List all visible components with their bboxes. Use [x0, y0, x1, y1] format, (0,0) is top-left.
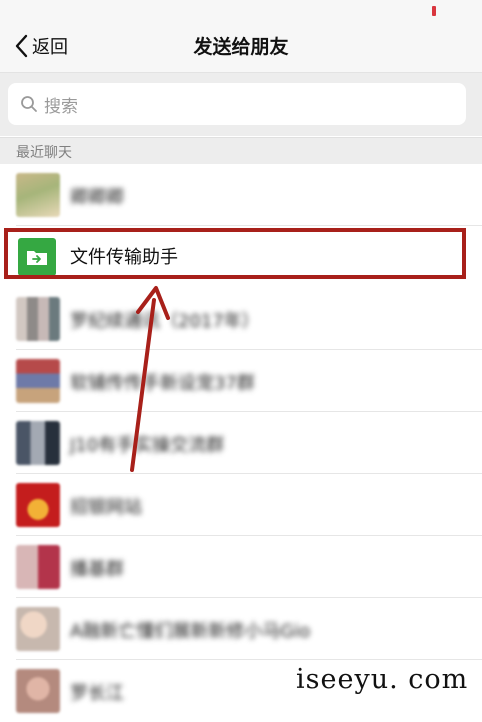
- search-input[interactable]: 搜索: [8, 83, 466, 125]
- chat-name: 招银网站: [70, 497, 142, 518]
- chat-name: J10有手实操交流群: [70, 435, 225, 456]
- watermark: iseeyu. com: [296, 664, 469, 695]
- search-placeholder: 搜索: [44, 96, 78, 117]
- chat-list-item[interactable]: 卿卿卿: [0, 164, 482, 226]
- chat-name: 罗纪续通讯（2017年）: [70, 311, 260, 332]
- chat-list-item[interactable]: 罗纪续通讯（2017年）: [0, 288, 482, 350]
- chat-name: 罗长江: [70, 683, 124, 704]
- navigation-bar: 返回 发送给朋友: [0, 0, 482, 73]
- avatar: [16, 359, 60, 403]
- chat-list-item[interactable]: 软铺传传手新设宠37群: [0, 350, 482, 412]
- avatar: [16, 297, 60, 341]
- section-label: 最近聊天: [16, 145, 72, 161]
- chat-list-item[interactable]: J10有手实操交流群: [0, 412, 482, 474]
- avatar: [16, 483, 60, 527]
- chat-name: 卿卿卿: [70, 187, 124, 208]
- highlight-box: [4, 228, 466, 279]
- avatar: [16, 669, 60, 713]
- chat-list-item[interactable]: A融新亡懂们展新新修小马Gio: [0, 598, 482, 660]
- avatar: [16, 173, 60, 217]
- search-area: 搜索: [0, 73, 482, 136]
- chat-name: 软铺传传手新设宠37群: [70, 373, 255, 394]
- avatar: [16, 545, 60, 589]
- chat-name: 播基群: [70, 559, 124, 580]
- status-indicator: [432, 6, 436, 16]
- section-header-recent: 最近聊天: [0, 137, 482, 164]
- page-title: 发送给朋友: [193, 36, 289, 58]
- avatar: [16, 421, 60, 465]
- chat-list-item[interactable]: 播基群: [0, 536, 482, 598]
- chat-list-item[interactable]: 招银网站: [0, 474, 482, 536]
- chat-name: A融新亡懂们展新新修小马Gio: [70, 621, 311, 642]
- avatar: [16, 607, 60, 651]
- search-icon: [21, 96, 37, 112]
